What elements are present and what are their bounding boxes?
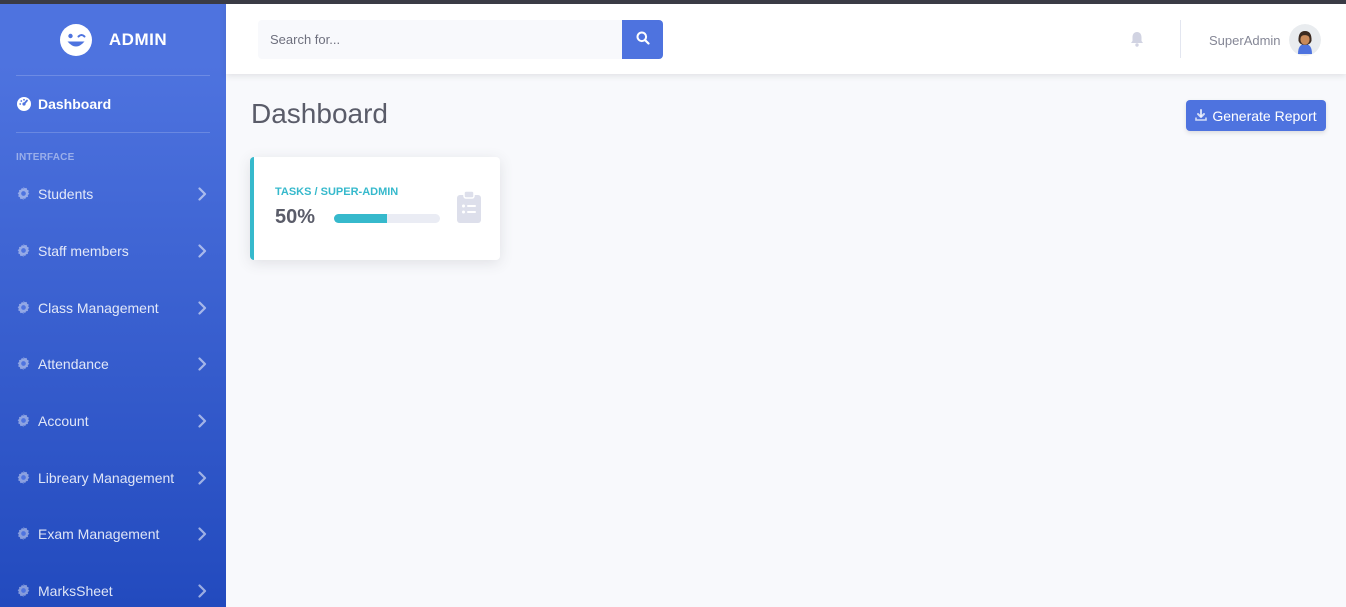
cog-icon bbox=[16, 356, 32, 372]
sidebar-item-label: Libreary Management bbox=[38, 469, 175, 486]
sidebar-item-label: Students bbox=[38, 186, 94, 203]
generate-report-label: Generate Report bbox=[1212, 107, 1317, 124]
chevron-right-icon bbox=[196, 187, 208, 201]
chevron-right-icon bbox=[196, 527, 208, 542]
topbar: SuperAdmin bbox=[226, 4, 1346, 74]
card-label: TASKS / SUPER-ADMIN bbox=[275, 186, 399, 198]
clipboard-list-icon bbox=[456, 190, 482, 224]
sidebar-item-marks-sheet[interactable]: MarksSheet bbox=[0, 563, 226, 607]
page-title: Dashboard bbox=[251, 98, 388, 129]
sidebar-item-staff-members[interactable]: Staff members bbox=[0, 223, 226, 280]
cog-icon bbox=[16, 470, 32, 486]
cog-icon bbox=[16, 186, 32, 202]
sidebar-item-label: Dashboard bbox=[38, 96, 112, 112]
window-top-border bbox=[0, 0, 1346, 4]
cog-icon bbox=[16, 526, 32, 542]
sidebar-item-account[interactable]: Account bbox=[0, 393, 226, 450]
sidebar-item-label: Exam Management bbox=[38, 526, 160, 543]
search-form bbox=[258, 20, 663, 59]
sidebar-item-label: Attendance bbox=[38, 356, 109, 373]
cog-icon bbox=[16, 583, 32, 599]
search-button[interactable] bbox=[622, 20, 663, 59]
sidebar-brand[interactable]: ADMIN bbox=[0, 4, 226, 75]
cog-icon bbox=[16, 300, 32, 316]
user-name: SuperAdmin bbox=[1209, 32, 1281, 48]
sidebar-heading: INTERFACE bbox=[16, 152, 75, 163]
progress-track bbox=[334, 214, 440, 223]
cog-icon bbox=[16, 243, 32, 259]
search-icon bbox=[636, 31, 650, 48]
tasks-card: TASKS / SUPER-ADMIN 50% bbox=[250, 157, 500, 260]
sidebar: ADMIN Dashboard INTERFACE Students Staff… bbox=[0, 4, 226, 607]
sidebar-item-label: Class Management bbox=[38, 299, 159, 316]
sidebar-item-exam-management[interactable]: Exam Management bbox=[0, 506, 226, 563]
laugh-wink-icon bbox=[59, 23, 93, 57]
tachometer-icon bbox=[16, 96, 32, 112]
download-icon bbox=[1195, 108, 1208, 124]
sidebar-item-label: MarksSheet bbox=[38, 583, 113, 600]
chevron-right-icon bbox=[196, 414, 208, 428]
user-menu[interactable]: SuperAdmin bbox=[1209, 22, 1321, 58]
generate-report-button[interactable]: Generate Report bbox=[1186, 100, 1326, 131]
cog-icon bbox=[16, 413, 32, 429]
progress-bar bbox=[334, 214, 387, 223]
brand-name: ADMIN bbox=[108, 29, 168, 49]
sidebar-item-attendance[interactable]: Attendance bbox=[0, 336, 226, 393]
sidebar-item-library-management[interactable]: Libreary Management bbox=[0, 449, 226, 506]
chevron-right-icon bbox=[196, 357, 208, 372]
sidebar-menu: Students Staff members Class Management … bbox=[0, 166, 226, 607]
sidebar-item-students[interactable]: Students bbox=[0, 166, 226, 223]
chevron-right-icon bbox=[196, 244, 208, 258]
chevron-right-icon bbox=[196, 471, 208, 485]
sidebar-item-dashboard[interactable]: Dashboard bbox=[0, 76, 226, 132]
sidebar-item-label: Staff members bbox=[38, 243, 129, 260]
chevron-right-icon bbox=[196, 584, 208, 598]
avatar bbox=[1288, 24, 1321, 56]
sidebar-item-label: Account bbox=[38, 413, 89, 430]
bell-icon[interactable] bbox=[1128, 30, 1146, 48]
chevron-right-icon bbox=[196, 301, 208, 315]
card-value: 50% bbox=[275, 206, 316, 228]
sidebar-item-class-management[interactable]: Class Management bbox=[0, 279, 226, 336]
search-input[interactable] bbox=[258, 20, 622, 59]
topbar-divider bbox=[1180, 20, 1181, 58]
